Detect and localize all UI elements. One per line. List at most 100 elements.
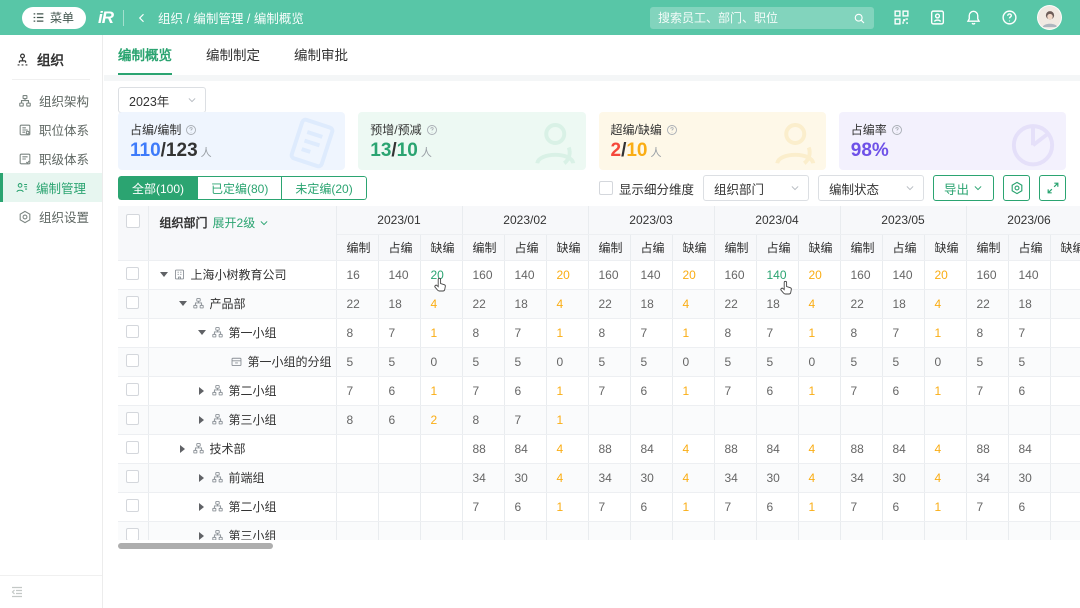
expand-caret-icon[interactable] (195, 471, 209, 485)
sidebar-item-编制管理[interactable]: 编制管理 (0, 173, 102, 202)
value-cell: 34 (588, 463, 630, 492)
sub-header-缺编: 缺编 (1050, 234, 1080, 260)
row-checkbox[interactable] (118, 492, 148, 521)
expand-caret-icon[interactable] (195, 500, 209, 514)
sub-header-编制: 编制 (714, 234, 756, 260)
org-name-cell: 第二小组 (148, 492, 336, 521)
value-cell: 7 (588, 376, 630, 405)
checkbox-icon[interactable] (599, 181, 613, 195)
filter-chip-已定编(80)[interactable]: 已定编(80) (198, 176, 282, 200)
row-checkbox[interactable] (118, 347, 148, 376)
fullscreen-button[interactable] (1039, 175, 1066, 201)
sidebar-item-label: 职级体系 (39, 149, 89, 168)
stat-card-unit: 人 (651, 147, 662, 159)
expand-caret-icon[interactable] (195, 529, 209, 541)
export-button[interactable]: 导出 (933, 175, 994, 201)
menu-button[interactable]: 菜单 (22, 7, 86, 29)
row-checkbox[interactable] (118, 289, 148, 318)
row-checkbox[interactable] (118, 521, 148, 540)
value-cell: 5 (882, 347, 924, 376)
collapse-caret-icon[interactable] (195, 326, 209, 340)
collapse-caret-icon[interactable] (176, 297, 190, 311)
sidebar-item-职级体系[interactable]: 职级体系 (0, 144, 102, 173)
value-cell: 4 (924, 463, 966, 492)
value-cell (798, 405, 840, 434)
expand-caret-icon[interactable] (195, 413, 209, 427)
sidebar-item-组织架构[interactable]: 组织架构 (0, 86, 102, 115)
chevron-down-icon (790, 183, 800, 193)
show-dimension-checkbox[interactable]: 显示细分维度 (599, 179, 694, 198)
collapse-caret-icon[interactable] (157, 268, 171, 282)
value-cell: 88 (966, 434, 1008, 463)
value-cell (378, 492, 420, 521)
bell-icon[interactable] (965, 9, 982, 26)
select-all-checkbox[interactable] (118, 206, 148, 260)
value-cell: 34 (966, 463, 1008, 492)
contacts-icon[interactable] (929, 9, 946, 26)
value-cell: 4 (672, 463, 714, 492)
search-box[interactable] (650, 7, 874, 29)
filter-chip-未定编(20)[interactable]: 未定编(20) (282, 176, 366, 200)
horizontal-scrollbar[interactable] (118, 543, 273, 549)
row-checkbox[interactable] (118, 434, 148, 463)
value-cell: 5 (378, 347, 420, 376)
help-icon[interactable] (185, 124, 197, 136)
tab-编制审批[interactable]: 编制审批 (294, 35, 348, 75)
help-icon[interactable] (426, 124, 438, 136)
expand-caret-icon[interactable] (195, 384, 209, 398)
dept-icon (211, 529, 224, 540)
table-settings-button[interactable] (1003, 175, 1030, 201)
sub-header-缺编: 缺编 (672, 234, 714, 260)
value-cell: 8 (462, 405, 504, 434)
help-icon[interactable] (666, 124, 678, 136)
value-cell: 160 (714, 260, 756, 289)
value-cell (630, 521, 672, 540)
tab-编制概览[interactable]: 编制概览 (118, 35, 172, 75)
value-cell: 8 (966, 318, 1008, 347)
search-input[interactable] (658, 11, 853, 25)
row-checkbox[interactable] (118, 463, 148, 492)
expand-caret-icon[interactable] (176, 442, 190, 456)
avatar[interactable] (1037, 5, 1062, 30)
value-cell[interactable]: 140 (756, 260, 798, 289)
sub-header-编制: 编制 (462, 234, 504, 260)
value-cell: 7 (462, 376, 504, 405)
back-icon[interactable] (136, 10, 152, 26)
value-cell[interactable]: 20 (420, 260, 462, 289)
year-select[interactable]: 2023年 (118, 87, 206, 113)
value-cell: 88 (462, 434, 504, 463)
sidebar-collapse-icon[interactable] (10, 584, 26, 600)
value-cell: 6 (882, 492, 924, 521)
sidebar-item-职位体系[interactable]: 职位体系 (0, 115, 102, 144)
value-cell: 5 (336, 347, 378, 376)
staffing-status-select[interactable]: 编制状态 (818, 175, 924, 201)
value-cell: 7 (504, 318, 546, 347)
qr-scan-icon[interactable] (893, 9, 910, 26)
value-cell (462, 521, 504, 540)
tab-编制制定[interactable]: 编制制定 (206, 35, 260, 75)
value-cell: 22 (966, 289, 1008, 318)
org-dimension-select[interactable]: 组织部门 (703, 175, 809, 201)
value-cell (672, 405, 714, 434)
value-cell: 4 (672, 434, 714, 463)
row-checkbox[interactable] (118, 405, 148, 434)
value-cell: 1 (798, 318, 840, 347)
row-checkbox[interactable] (118, 260, 148, 289)
value-cell: 7 (966, 492, 1008, 521)
expand-levels-link[interactable]: 展开2级 (213, 216, 269, 230)
value-cell: 1 (546, 376, 588, 405)
org-name-cell: 前端组 (148, 463, 336, 492)
sidebar-item-组织设置[interactable]: 组织设置 (0, 202, 102, 231)
value-cell (1050, 492, 1080, 521)
value-cell (1050, 434, 1080, 463)
chevron-down-icon (905, 183, 915, 193)
filter-chip-全部(100)[interactable]: 全部(100) (118, 176, 198, 200)
help-icon[interactable] (891, 124, 903, 136)
row-checkbox[interactable] (118, 376, 148, 405)
help-icon[interactable] (1001, 9, 1018, 26)
org-name-cell: 第三小组 (148, 521, 336, 540)
value-cell: 84 (882, 434, 924, 463)
row-checkbox[interactable] (118, 318, 148, 347)
sub-header-占编: 占编 (1008, 234, 1050, 260)
sub-header-缺编: 缺编 (546, 234, 588, 260)
